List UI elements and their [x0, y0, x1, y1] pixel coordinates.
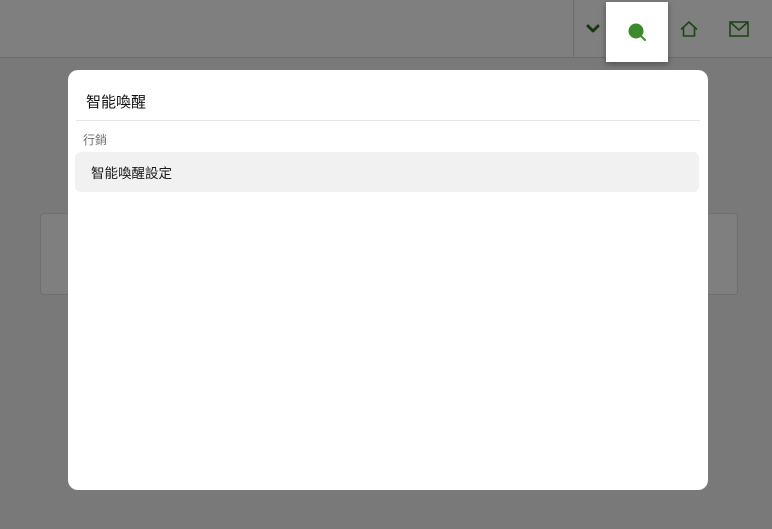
- search-button[interactable]: [606, 2, 668, 62]
- search-input[interactable]: [76, 84, 700, 118]
- search-result-label: 智能喚醒設定: [91, 166, 172, 182]
- search-dialog: 行銷 智能喚醒設定: [68, 70, 708, 490]
- result-group-label: 行銷: [83, 133, 108, 147]
- search-result-item[interactable]: 智能喚醒設定: [75, 152, 699, 192]
- search-divider: [76, 120, 700, 121]
- search-icon: [628, 23, 646, 41]
